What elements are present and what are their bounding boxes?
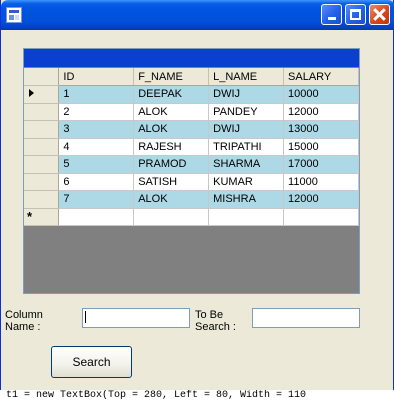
column-name-label-line2: Name : [5, 321, 41, 333]
app-icon[interactable] [6, 7, 22, 23]
minimize-button[interactable] [321, 4, 342, 25]
row-header[interactable] [24, 120, 60, 139]
to-be-searched-label: To Be Search : [195, 309, 236, 333]
grid-cell[interactable]: 11000 [283, 173, 359, 191]
table-row[interactable]: 6 SATISH KUMAR 11000 [24, 173, 359, 191]
main-window: ID F_NAME L_NAME SALARY 1 DEEPAK DWIJ 10000… [0, 0, 394, 390]
maximize-button[interactable] [345, 4, 366, 25]
new-row[interactable]: * [24, 208, 359, 226]
column-name-field-wrap [82, 308, 190, 328]
row-header[interactable] [24, 173, 60, 191]
grid-table: ID F_NAME L_NAME SALARY 1 DEEPAK DWIJ 10000… [24, 68, 359, 226]
grid-cell[interactable] [58, 208, 135, 226]
column-name-input[interactable] [82, 308, 190, 328]
row-header[interactable] [24, 138, 60, 156]
column-header-id[interactable]: ID [58, 68, 135, 86]
search-value-input[interactable] [252, 308, 360, 328]
text-caret [85, 311, 86, 323]
minimize-icon [327, 17, 336, 20]
header-row: ID F_NAME L_NAME SALARY [24, 68, 359, 86]
grid-cell[interactable]: RAJESH [133, 138, 210, 156]
grid-cell[interactable]: MISHRA [208, 190, 285, 209]
grid-cell[interactable]: ALOK [133, 120, 210, 139]
grid-cell[interactable]: 3 [58, 120, 135, 139]
grid-cell[interactable]: ALOK [133, 190, 210, 209]
grid-cell[interactable]: PRAMOD [133, 155, 210, 174]
grid-cell[interactable]: 13000 [283, 120, 359, 139]
column-name-label: Column Name : [5, 309, 43, 333]
table-row[interactable]: 4 RAJESH TRIPATHI 15000 [24, 138, 359, 156]
search-button[interactable]: Search [51, 346, 132, 378]
grid-cell[interactable]: TRIPATHI [208, 138, 285, 156]
grid-cell[interactable]: DWIJ [208, 120, 285, 139]
grid-cell[interactable] [283, 208, 359, 226]
grid-cell[interactable]: DWIJ [208, 85, 285, 104]
grid-cell[interactable]: DEEPAK [133, 85, 210, 104]
grid-body: 1 DEEPAK DWIJ 10000 2 ALOK PANDEY 12000 3 ALOK DWI… [24, 85, 359, 226]
table-row[interactable]: 1 DEEPAK DWIJ 10000 [24, 85, 359, 104]
grid-cell[interactable]: 1 [58, 85, 135, 104]
grid-cell[interactable]: 6 [58, 173, 135, 191]
row-pointer-icon [29, 89, 34, 98]
maximize-icon [350, 9, 361, 20]
grid-cell[interactable] [208, 208, 285, 226]
grid-cell[interactable]: PANDEY [208, 103, 285, 121]
grid-cell[interactable]: 5 [58, 155, 135, 174]
row-header[interactable] [24, 85, 60, 104]
close-button[interactable] [369, 4, 390, 25]
new-row-header[interactable]: * [24, 208, 60, 226]
grid-cell[interactable]: SHARMA [208, 155, 285, 174]
corner-header-cell[interactable] [24, 68, 60, 86]
row-header[interactable] [24, 155, 60, 174]
table-row[interactable]: 3 ALOK DWIJ 13000 [24, 120, 359, 139]
close-icon [373, 8, 386, 21]
title-bar[interactable] [1, 0, 394, 30]
grid-cell[interactable]: 12000 [283, 103, 359, 121]
table-row[interactable]: 7 ALOK MISHRA 12000 [24, 190, 359, 209]
data-grid[interactable]: ID F_NAME L_NAME SALARY 1 DEEPAK DWIJ 10000… [23, 48, 360, 294]
column-header-f-name[interactable]: F_NAME [133, 68, 210, 86]
grid-cell[interactable]: SATISH [133, 173, 210, 191]
row-header[interactable] [24, 103, 60, 121]
new-row-marker: * [27, 209, 33, 225]
table-row[interactable]: 2 ALOK PANDEY 12000 [24, 103, 359, 121]
grid-cell[interactable]: 7 [58, 190, 135, 209]
grid-cell[interactable]: KUMAR [208, 173, 285, 191]
grid-cell[interactable]: 2 [58, 103, 135, 121]
background-code-text: t1 = new TextBox(Top = 280, Left = 80, W… [0, 390, 394, 401]
table-row[interactable]: 5 PRAMOD SHARMA 17000 [24, 155, 359, 174]
grid-cell[interactable]: 12000 [283, 190, 359, 209]
grid-cell[interactable]: 10000 [283, 85, 359, 104]
grid-cell[interactable]: 17000 [283, 155, 359, 174]
grid-caption-bar [24, 49, 359, 67]
grid-cell[interactable] [133, 208, 210, 226]
grid-cell[interactable]: 4 [58, 138, 135, 156]
column-header-l-name[interactable]: L_NAME [208, 68, 285, 86]
column-name-label-line1: Column [5, 309, 43, 321]
to-be-searched-label-line1: To Be [195, 309, 224, 321]
row-header[interactable] [24, 190, 60, 209]
grid-cell[interactable]: ALOK [133, 103, 210, 121]
column-header-salary[interactable]: SALARY [283, 68, 359, 86]
to-be-searched-label-line2: Search : [195, 321, 236, 333]
grid-cell[interactable]: 15000 [283, 138, 359, 156]
